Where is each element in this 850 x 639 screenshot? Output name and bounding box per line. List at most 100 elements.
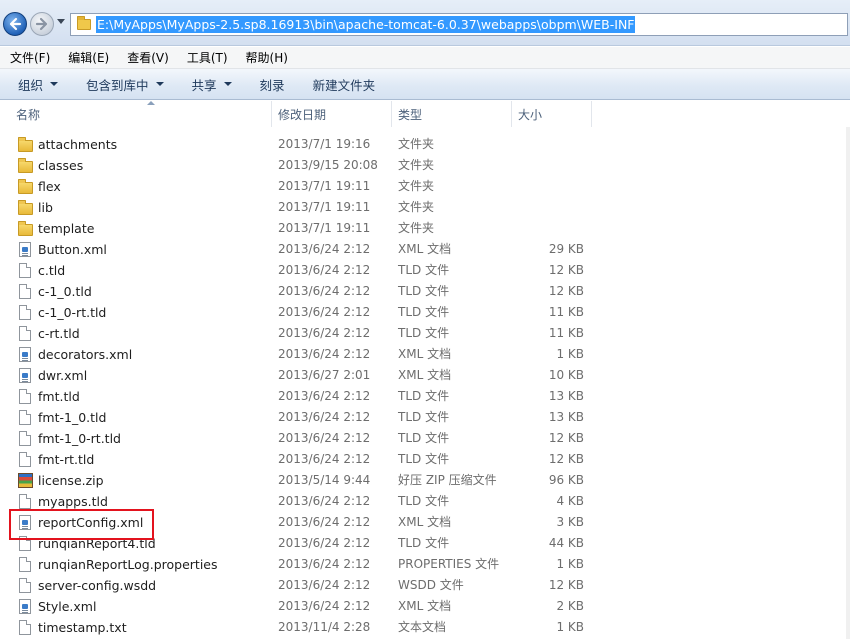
forward-button[interactable] bbox=[30, 12, 54, 36]
file-row[interactable]: attachments 2013/7/1 19:16 文件夹 bbox=[0, 134, 850, 155]
file-name: flex bbox=[38, 179, 61, 194]
file-type: XML 文档 bbox=[398, 599, 452, 613]
folder-icon bbox=[18, 137, 33, 152]
file-type: 文件夹 bbox=[398, 137, 435, 151]
file-row[interactable]: server-config.wsdd 2013/6/24 2:12 WSDD 文件 1… bbox=[0, 575, 850, 596]
arrow-right-icon bbox=[35, 17, 48, 31]
column-header-row: 名称 修改日期 类型 大小 bbox=[0, 101, 850, 127]
file-row[interactable]: c-rt.tld 2013/6/24 2:12 TLD 文件 11 KB bbox=[0, 323, 850, 344]
file-name: server-config.wsdd bbox=[38, 578, 157, 593]
file-type: WSDD 文件 bbox=[398, 578, 464, 592]
file-size: 12 KB bbox=[548, 578, 584, 592]
file-row[interactable]: fmt-1_0-rt.tld 2013/6/24 2:12 TLD 文件 12 KB bbox=[0, 428, 850, 449]
organize-button[interactable]: 组织 bbox=[0, 69, 68, 100]
menu-bar: 文件(F) 编辑(E) 查看(V) 工具(T) 帮助(H) bbox=[0, 47, 850, 69]
burn-button[interactable]: 刻录 bbox=[242, 69, 295, 100]
file-row[interactable]: runqianReportLog.properties 2013/6/24 2:1… bbox=[0, 554, 850, 575]
file-date: 2013/7/1 19:16 bbox=[278, 137, 371, 151]
menu-help[interactable]: 帮助(H) bbox=[236, 49, 296, 66]
file-type: XML 文档 bbox=[398, 368, 452, 382]
chevron-down-icon bbox=[155, 82, 164, 86]
file-row[interactable]: timestamp.txt 2013/11/4 2:28 文本文档 1 KB bbox=[0, 617, 850, 638]
file-name: fmt-rt.tld bbox=[38, 452, 95, 467]
column-header-size[interactable]: 大小 bbox=[512, 101, 592, 127]
file-size: 44 KB bbox=[548, 536, 584, 550]
file-row[interactable]: template 2013/7/1 19:11 文件夹 bbox=[0, 218, 850, 239]
file-row[interactable]: Style.xml 2013/6/24 2:12 XML 文档 2 KB bbox=[0, 596, 850, 617]
file-name: lib bbox=[38, 200, 53, 215]
file-type: 好压 ZIP 压缩文件 bbox=[398, 473, 497, 487]
file-icon bbox=[19, 284, 31, 299]
menu-tools[interactable]: 工具(T) bbox=[177, 49, 236, 66]
column-header-type[interactable]: 类型 bbox=[392, 101, 512, 127]
file-icon bbox=[19, 326, 31, 341]
file-type: TLD 文件 bbox=[398, 410, 450, 424]
menu-edit[interactable]: 编辑(E) bbox=[58, 49, 117, 66]
file-row[interactable]: c.tld 2013/6/24 2:12 TLD 文件 12 KB bbox=[0, 260, 850, 281]
share-button[interactable]: 共享 bbox=[174, 69, 242, 100]
xml-file-icon bbox=[19, 368, 31, 383]
file-type: XML 文档 bbox=[398, 347, 452, 361]
file-row[interactable]: fmt-1_0.tld 2013/6/24 2:12 TLD 文件 13 KB bbox=[0, 407, 850, 428]
file-row[interactable]: c-1_0.tld 2013/6/24 2:12 TLD 文件 12 KB bbox=[0, 281, 850, 302]
address-field[interactable]: E:\MyApps\MyApps-2.5.sp8.16913\bin\apach… bbox=[70, 13, 848, 36]
file-type: TLD 文件 bbox=[398, 284, 450, 298]
file-row[interactable]: lib 2013/7/1 19:11 文件夹 bbox=[0, 197, 850, 218]
file-row[interactable]: flex 2013/7/1 19:11 文件夹 bbox=[0, 176, 850, 197]
menu-view[interactable]: 查看(V) bbox=[117, 49, 177, 66]
xml-file-icon bbox=[19, 347, 31, 362]
file-size: 12 KB bbox=[548, 284, 584, 298]
file-icon bbox=[19, 263, 31, 278]
column-header-date[interactable]: 修改日期 bbox=[272, 101, 392, 127]
file-name: Button.xml bbox=[38, 242, 107, 257]
chevron-down-icon bbox=[50, 82, 59, 86]
text-file-icon bbox=[19, 620, 31, 635]
file-row[interactable]: fmt-rt.tld 2013/6/24 2:12 TLD 文件 12 KB bbox=[0, 449, 850, 470]
column-header-size-label: 大小 bbox=[518, 107, 543, 122]
file-date: 2013/6/24 2:12 bbox=[278, 242, 371, 256]
file-size: 96 KB bbox=[548, 473, 584, 487]
file-name: classes bbox=[38, 158, 84, 173]
include-in-library-button[interactable]: 包含到库中 bbox=[68, 69, 174, 100]
file-icon bbox=[19, 494, 31, 509]
file-size: 29 KB bbox=[548, 242, 584, 256]
file-type: 文件夹 bbox=[398, 221, 435, 235]
file-date: 2013/6/24 2:12 bbox=[278, 431, 371, 445]
back-button[interactable] bbox=[3, 12, 27, 36]
burn-label: 刻录 bbox=[259, 77, 285, 93]
recent-pages-dropdown[interactable] bbox=[57, 19, 65, 24]
file-size: 13 KB bbox=[548, 410, 584, 424]
vertical-scrollbar[interactable] bbox=[846, 127, 850, 639]
file-icon bbox=[19, 410, 31, 425]
file-name: c-1_0-rt.tld bbox=[38, 305, 107, 320]
file-row[interactable]: dwr.xml 2013/6/27 2:01 XML 文档 10 KB bbox=[0, 365, 850, 386]
file-date: 2013/6/24 2:12 bbox=[278, 263, 371, 277]
file-name: fmt.tld bbox=[38, 389, 80, 404]
file-date: 2013/6/24 2:12 bbox=[278, 599, 371, 613]
file-icon bbox=[19, 431, 31, 446]
file-date: 2013/6/27 2:01 bbox=[278, 368, 371, 382]
file-type: TLD 文件 bbox=[398, 536, 450, 550]
file-row[interactable]: license.zip 2013/5/14 9:44 好压 ZIP 压缩文件 96 K… bbox=[0, 470, 850, 491]
file-row[interactable]: c-1_0-rt.tld 2013/6/24 2:12 TLD 文件 11 KB bbox=[0, 302, 850, 323]
file-date: 2013/6/24 2:12 bbox=[278, 347, 371, 361]
file-date: 2013/6/24 2:12 bbox=[278, 578, 371, 592]
file-name: runqianReportLog.properties bbox=[38, 557, 218, 572]
file-name: license.zip bbox=[38, 473, 104, 488]
sort-ascending-icon bbox=[147, 101, 155, 105]
folder-icon bbox=[18, 221, 33, 236]
address-path[interactable]: E:\MyApps\MyApps-2.5.sp8.16913\bin\apach… bbox=[96, 16, 636, 33]
menu-file[interactable]: 文件(F) bbox=[0, 49, 58, 66]
file-size: 1 KB bbox=[556, 347, 584, 361]
file-row[interactable]: decorators.xml 2013/6/24 2:12 XML 文档 1 KB bbox=[0, 344, 850, 365]
file-row[interactable]: fmt.tld 2013/6/24 2:12 TLD 文件 13 KB bbox=[0, 386, 850, 407]
new-folder-button[interactable]: 新建文件夹 bbox=[295, 69, 386, 100]
file-date: 2013/7/1 19:11 bbox=[278, 200, 371, 214]
file-type: XML 文档 bbox=[398, 515, 452, 529]
file-row[interactable]: classes 2013/9/15 20:08 文件夹 bbox=[0, 155, 850, 176]
file-date: 2013/11/4 2:28 bbox=[278, 620, 371, 634]
folder-icon bbox=[18, 179, 33, 194]
file-date: 2013/6/24 2:12 bbox=[278, 557, 371, 571]
file-row[interactable]: Button.xml 2013/6/24 2:12 XML 文档 29 KB bbox=[0, 239, 850, 260]
column-header-name[interactable]: 名称 bbox=[10, 101, 272, 127]
